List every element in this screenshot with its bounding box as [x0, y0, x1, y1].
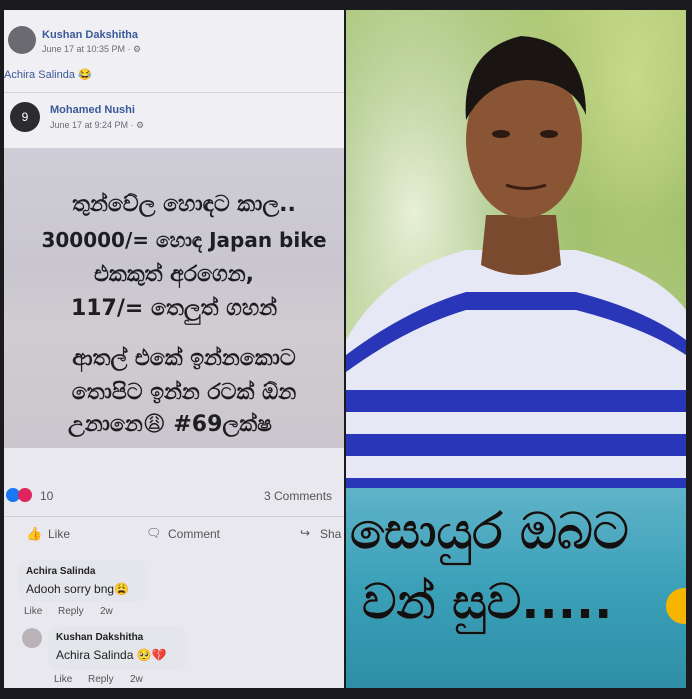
meme-line: තුන්වේල හොඳට කාල..	[72, 192, 296, 217]
comment-age: 2w	[100, 606, 113, 617]
avatar[interactable]	[8, 26, 36, 54]
action-bar: 👍 Like 🗨 Comment ↪ Sha	[4, 520, 344, 548]
author-name[interactable]: Kushan Dakshitha	[42, 29, 138, 41]
reaction-count[interactable]: 10	[40, 489, 53, 503]
share-icon[interactable]: ↪	[300, 526, 310, 540]
comment-bubble: Achira Salinda Adooh sorry bng😩	[18, 560, 148, 602]
share-button[interactable]: Sha	[320, 527, 341, 541]
meme-line: 117/= තෙලුත් ගහන්	[70, 296, 278, 321]
reaction-bar: 10 3 Comments	[4, 484, 344, 508]
mention-link[interactable]: Achira Salinda 😂	[4, 68, 92, 81]
post-timestamp[interactable]: June 17 at 10:35 PM · ⚙	[42, 44, 141, 55]
heart-reaction-icon	[18, 488, 32, 502]
meme-line: 300000/= හොඳ Japan bike	[41, 228, 327, 252]
caption-banner: සොයුර ඔබට වන් සුව.....	[346, 488, 686, 688]
facebook-post-screenshot: Kushan Dakshitha June 17 at 10:35 PM · ⚙…	[4, 10, 344, 688]
comment-like-link[interactable]: Like	[54, 674, 72, 685]
avatar[interactable]: 9	[10, 102, 40, 132]
divider	[4, 516, 344, 517]
post-timestamp[interactable]: June 17 at 9:24 PM · ⚙	[50, 120, 144, 131]
meme-line: එකකුත් අරගෙන,	[94, 262, 254, 287]
comment-icon[interactable]: 🗨	[146, 526, 161, 540]
divider	[4, 92, 344, 93]
post-header: Kushan Dakshitha June 17 at 10:35 PM · ⚙…	[4, 10, 344, 100]
portrait-photo: සොයුර ඔබට වන් සුව.....	[346, 10, 686, 688]
comment-bubble: Kushan Dakshitha Achira Salinda 🥺💔	[48, 626, 188, 670]
meme-line: ආතල් එකේ ඉන්නකොට	[72, 346, 296, 371]
comment-like-link[interactable]: Like	[24, 606, 42, 617]
author-name[interactable]: Mohamed Nushi	[50, 104, 135, 116]
like-icon[interactable]: 👍	[26, 526, 42, 542]
comment-author[interactable]: Kushan Dakshitha	[56, 632, 143, 643]
comment-text: Adooh sorry bng😩	[26, 582, 129, 596]
comment-author[interactable]: Achira Salinda	[26, 566, 95, 577]
banner-line-2: වන් සුව.....	[362, 574, 613, 630]
shared-post-header: 9 Mohamed Nushi June 17 at 9:24 PM · ⚙	[4, 94, 344, 148]
like-button[interactable]: Like	[48, 527, 70, 541]
comment-reply-link[interactable]: Reply	[58, 606, 84, 617]
sad-emoji-icon	[666, 588, 686, 624]
meme-line: තොපිට ඉන්න රටක් ඕන	[71, 380, 297, 405]
comment-age: 2w	[130, 674, 143, 685]
comment-button[interactable]: Comment	[168, 527, 220, 541]
comment-count[interactable]: 3 Comments	[264, 489, 332, 503]
comment-text: Achira Salinda 🥺💔	[56, 648, 167, 662]
meme-line: උනානෙ😩 #69ලක්ෂ	[68, 412, 272, 437]
comment-reply-link[interactable]: Reply	[88, 674, 114, 685]
meme-image[interactable]: තුන්වේල හොඳට කාල.. 300000/= හොඳ Japan bi…	[4, 148, 344, 448]
banner-line-1: සොයුර ඔබට	[350, 502, 629, 560]
avatar[interactable]	[22, 628, 42, 648]
